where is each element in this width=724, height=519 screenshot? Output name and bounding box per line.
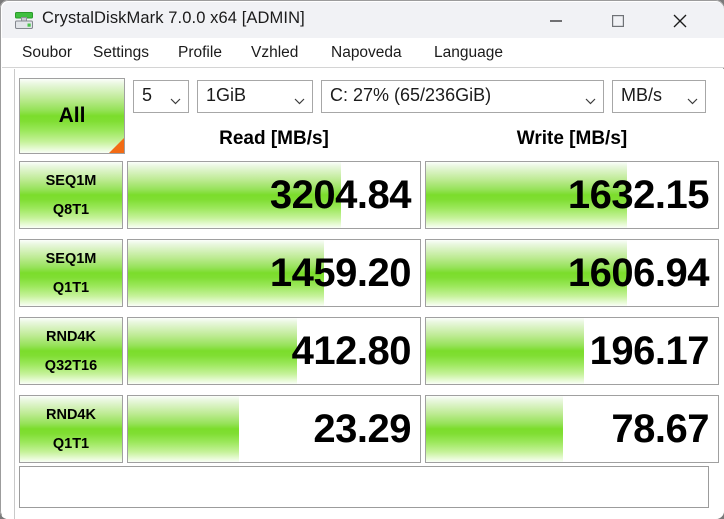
read-column-header: Read [MB/s]	[219, 128, 329, 149]
result-read-seq1m-q8t1: 3204.84	[127, 161, 421, 229]
test-size-value: 1GiB	[206, 85, 247, 105]
close-icon	[673, 14, 687, 27]
menu-item-language[interactable]: Language	[430, 41, 507, 65]
drive-value: C: 27% (65/236GiB)	[330, 85, 492, 105]
minimize-icon	[550, 19, 562, 22]
drive-select[interactable]: C: 27% (65/236GiB)	[321, 80, 604, 113]
result-write-seq1m-q1t1: 1606.94	[425, 239, 719, 307]
all-button[interactable]: All	[19, 78, 125, 154]
unit-value: MB/s	[621, 85, 663, 105]
minimize-button[interactable]	[533, 3, 579, 38]
result-bar-fill	[128, 396, 239, 462]
chevron-down-icon	[294, 92, 305, 105]
result-bar-fill	[128, 318, 298, 384]
test-button-line2: Q1T1	[52, 279, 90, 296]
window-title: CrystalDiskMark 7.0.0 x64 [ADMIN]	[42, 9, 305, 27]
menu-item-profile[interactable]: Profile	[174, 41, 226, 65]
result-read-seq1m-q1t1: 1459.20	[127, 239, 421, 307]
test-count-value: 5	[142, 85, 153, 105]
menu-item-settings[interactable]: Settings	[89, 41, 153, 65]
result-bar-fill	[426, 318, 584, 384]
comment-input[interactable]	[19, 466, 709, 508]
menu-item-soubor[interactable]: Soubor	[18, 41, 76, 65]
main-content: All 5 1GiB C: 27% (65/236GiB) MB/s Read …	[2, 69, 724, 519]
chevron-down-icon	[170, 92, 181, 105]
chevron-down-icon	[687, 92, 698, 105]
profile-corner-marker-icon	[109, 138, 124, 153]
test-button-seq1m-q8t1[interactable]: SEQ1M Q8T1	[19, 161, 123, 229]
result-write-seq1m-q8t1: 1632.15	[425, 161, 719, 229]
window-frame: CrystalDiskMark 7.0.0 x64 [ADMIN] Soubor…	[0, 0, 724, 519]
test-button-line2: Q32T16	[44, 357, 98, 374]
test-size-select[interactable]: 1GiB	[197, 80, 313, 113]
result-value: 1459.20	[269, 250, 412, 295]
chevron-down-icon	[585, 92, 596, 105]
result-read-rnd4k-q32t16: 412.80	[127, 317, 421, 385]
test-button-line1: RND4K	[46, 328, 96, 345]
write-column-header: Write [MB/s]	[516, 128, 628, 149]
test-button-rnd4k-q1t1[interactable]: RND4K Q1T1	[19, 395, 123, 463]
test-button-rnd4k-q32t16[interactable]: RND4K Q32T16	[19, 317, 123, 385]
unit-select[interactable]: MB/s	[612, 80, 706, 113]
test-button-seq1m-q1t1[interactable]: SEQ1M Q1T1	[19, 239, 123, 307]
test-button-line1: RND4K	[46, 406, 96, 423]
result-bar-fill	[426, 396, 564, 462]
result-value: 1606.94	[567, 250, 710, 295]
result-value: 3204.84	[269, 172, 412, 217]
disk-drive-icon	[13, 10, 35, 32]
result-read-rnd4k-q1t1: 23.29	[127, 395, 421, 463]
left-rail	[2, 69, 15, 519]
test-button-line1: SEQ1M	[45, 250, 97, 267]
result-write-rnd4k-q32t16: 196.17	[425, 317, 719, 385]
result-value: 412.80	[291, 328, 412, 373]
result-value: 78.67	[611, 406, 709, 451]
crystaldiskmark-window: CrystalDiskMark 7.0.0 x64 [ADMIN] Soubor…	[0, 0, 724, 519]
result-value: 23.29	[313, 406, 411, 451]
test-count-select[interactable]: 5	[133, 80, 189, 113]
result-write-rnd4k-q1t1: 78.67	[425, 395, 719, 463]
title-bar: CrystalDiskMark 7.0.0 x64 [ADMIN]	[2, 2, 724, 38]
menu-bar: Soubor Settings Profile Vzhled Napoveda …	[2, 38, 724, 68]
result-value: 1632.15	[567, 172, 710, 217]
menu-item-vzhled[interactable]: Vzhled	[247, 41, 302, 65]
maximize-button[interactable]	[595, 3, 641, 38]
close-button[interactable]	[657, 3, 703, 38]
menu-item-napoveda[interactable]: Napoveda	[327, 41, 406, 65]
maximize-icon	[612, 14, 625, 27]
test-button-line2: Q1T1	[52, 435, 90, 452]
test-button-line1: SEQ1M	[45, 172, 97, 189]
result-value: 196.17	[589, 328, 710, 373]
test-button-line2: Q8T1	[52, 201, 90, 218]
